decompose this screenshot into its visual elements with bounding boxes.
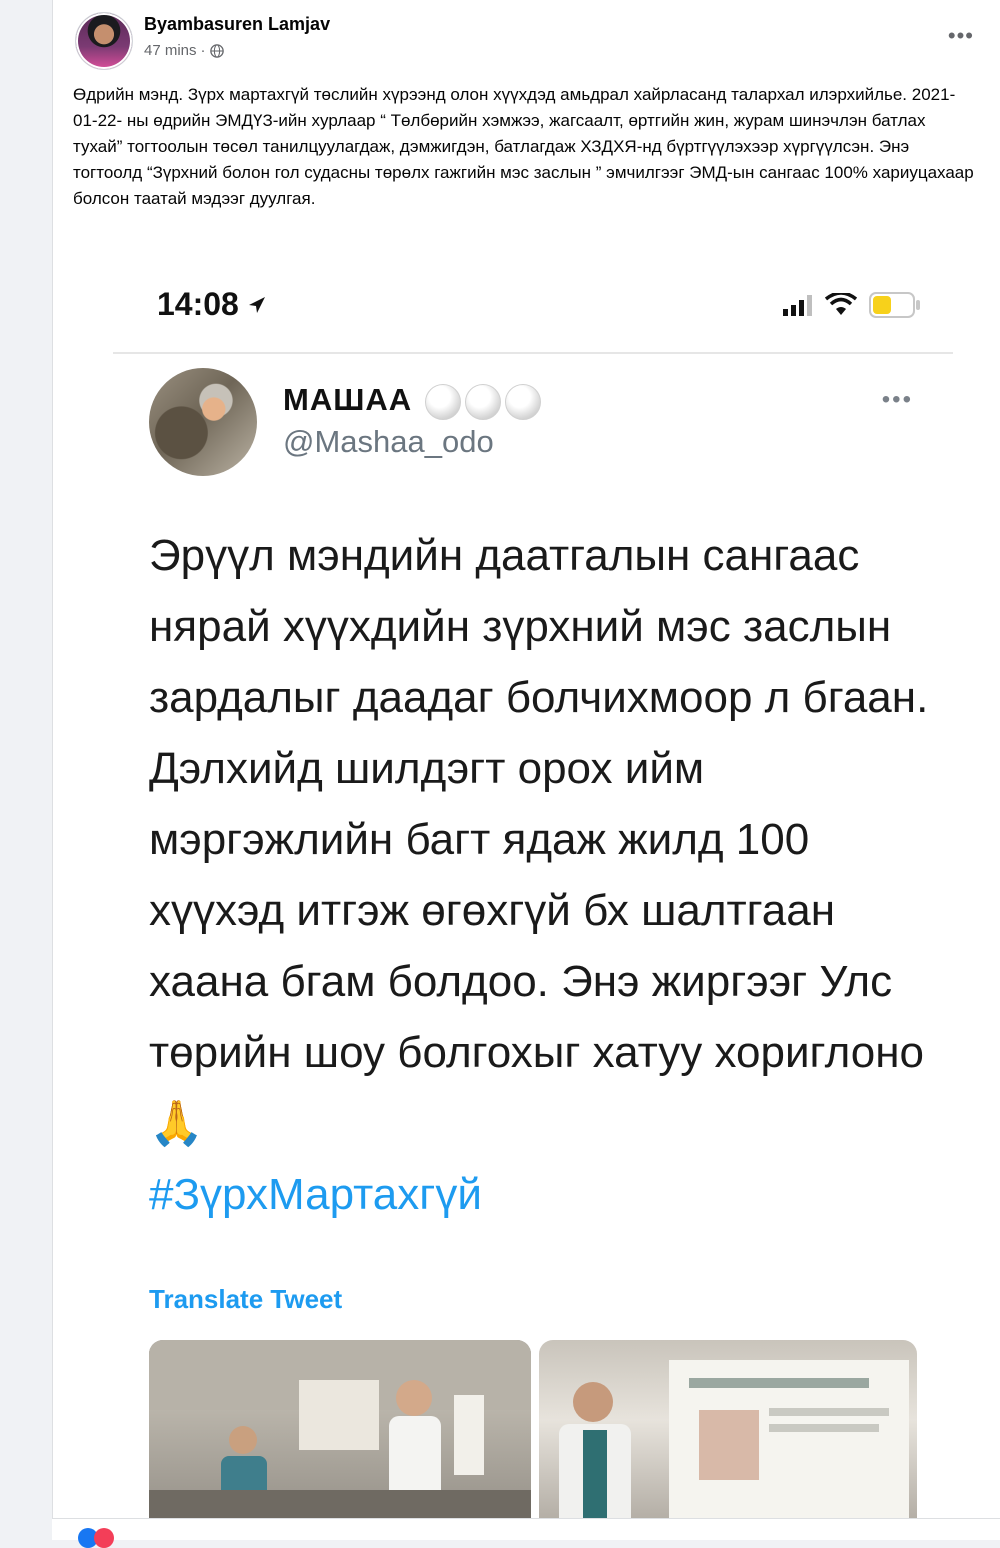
translate-tweet-link[interactable]: Translate Tweet (149, 1284, 342, 1315)
wifi-icon (825, 293, 857, 315)
shared-screenshot[interactable]: 14:08 МАШАА @Mashaa_odo ••• Эрүүл мэндий… (53, 248, 1000, 1518)
reactions-bar (52, 1518, 1000, 1548)
tweet-avatar[interactable] (149, 368, 257, 476)
circle-icon (505, 384, 541, 420)
circle-icon (425, 384, 461, 420)
location-arrow-icon (248, 296, 265, 313)
tweet-text: Эрүүл мэндийн даатгалын сангаас нярай хү… (149, 531, 929, 1077)
tweet-body: Эрүүл мэндийн даатгалын сангаас нярай хү… (149, 520, 939, 1230)
circle-icon (465, 384, 501, 420)
tweet-handle[interactable]: @Mashaa_odo (283, 424, 494, 460)
status-bar-icons (783, 292, 921, 318)
photo-2-scene (559, 1360, 909, 1518)
pray-emoji-icon: 🙏 (149, 1099, 204, 1148)
post-time[interactable]: 47 mins (144, 42, 197, 59)
tweet-hashtag[interactable]: #ЗүрхМартахгүй (149, 1159, 939, 1230)
cellular-signal-icon (783, 295, 812, 316)
name-decoration-circles (425, 384, 541, 420)
tweet-more-icon[interactable]: ••• (882, 386, 913, 414)
tweet-photo-1[interactable] (149, 1340, 531, 1518)
author-avatar[interactable] (75, 12, 133, 70)
facebook-post: Byambasuren Lamjav 47 mins · ••• Өдрийн … (52, 0, 1000, 1539)
author-name[interactable]: Byambasuren Lamjav (144, 14, 330, 35)
divider (113, 352, 953, 354)
post-text: Өдрийн мэнд. Зүрх мартахгүй төслийн хүрэ… (73, 85, 974, 208)
tweet-display-name[interactable]: МАШАА (283, 382, 412, 418)
status-bar-time: 14:08 (157, 286, 267, 323)
love-reaction-icon[interactable] (94, 1528, 114, 1548)
post-meta: 47 mins · (144, 42, 224, 59)
post-header: Byambasuren Lamjav 47 mins · ••• (53, 0, 1000, 76)
more-options-icon[interactable]: ••• (948, 25, 974, 47)
tweet-photo-2[interactable] (539, 1340, 917, 1518)
photo-1-scene (149, 1340, 531, 1518)
battery-icon (869, 292, 920, 318)
globe-icon (209, 43, 224, 58)
